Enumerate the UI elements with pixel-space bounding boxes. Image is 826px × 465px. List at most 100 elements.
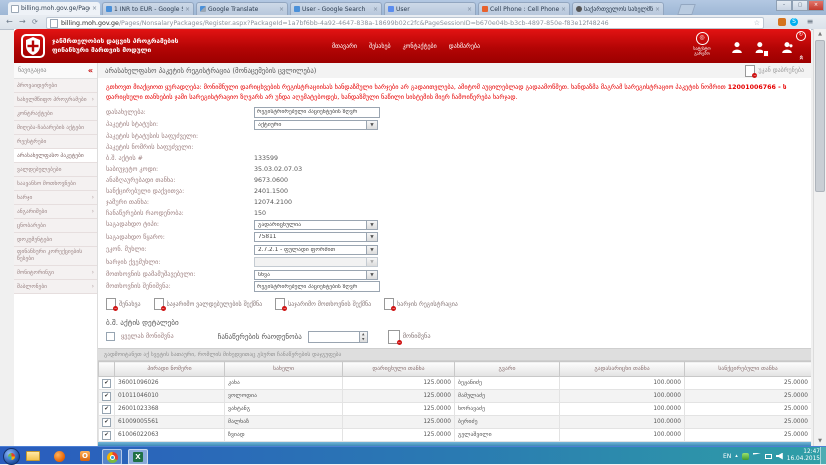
create-penalty-obligation-button[interactable]: საჯარიმო ვალდებულების შექმნა [154,298,263,310]
save-button[interactable]: შენახვა [106,298,141,310]
extension-icon[interactable] [778,18,786,26]
table-row[interactable]: ✔ 01011046010 ვოლოდია 125.0000 მამულაძე … [99,390,812,403]
column-header-transfer[interactable]: გადასარიცხი თანხა [560,362,685,377]
sidebar-item-expense[interactable]: ხარჯი› [14,191,97,205]
show-desktop-button[interactable] [820,447,826,465]
package-status-select[interactable]: აქტიური▼ [254,120,378,130]
tray-expand-icon[interactable]: ▴ [735,453,738,459]
records-count-stepper[interactable]: ▲▼ [308,331,368,343]
language-indicator[interactable]: EN [723,453,731,460]
sidebar-item-dictionaries[interactable]: ცნობარები [14,219,97,233]
close-icon[interactable]: × [279,6,284,13]
bookmark-star-icon[interactable]: ☆ [754,19,760,27]
nav-about[interactable]: შესახებ [369,43,391,50]
sidebar-item-reports[interactable]: ანგარიშები› [14,205,97,219]
close-icon[interactable]: × [185,6,190,13]
econ-article-select[interactable]: 2.7.2.1 - ფულადი ფორმით▼ [254,245,378,255]
firefox-taskbar-button[interactable] [50,449,68,463]
row-checkbox[interactable]: ✔ [102,418,111,427]
nav-home[interactable]: მთავარი [332,43,357,50]
row-checkbox[interactable]: ✔ [102,405,111,414]
scroll-down-icon[interactable]: ▼ [814,438,826,444]
name-input[interactable] [254,107,380,118]
scrollbar-thumb[interactable] [815,40,825,192]
sidebar-item-nonsalary-packages[interactable]: არასახელფასო პაკეტები [14,149,97,163]
sidebar-item-providers[interactable]: პროვაიდერები [14,79,97,93]
skype-icon[interactable]: S [790,18,798,26]
session-refresh-icon[interactable]: ↻ [796,31,806,41]
table-row[interactable]: ✔ 26001023368 ვახტანგ 125.0000 ხორავაძე … [99,403,812,416]
sidebar-item-monitoring[interactable]: მონიტორინგი› [14,266,97,280]
users-group-icon[interactable] [781,38,793,57]
table-row[interactable]: ✔ 61006022063 ზვიად 125.0000 გელაშვილი 1… [99,429,812,442]
volume-icon[interactable] [776,453,783,460]
sidebar-item-documents[interactable]: დოკუმენტები [14,233,97,247]
scroll-up-icon[interactable]: ▲ [814,31,826,37]
outlook-taskbar-button[interactable]: O [76,449,94,463]
stepper-buttons[interactable]: ▲▼ [359,332,367,342]
back-link[interactable]: უკან დაბრუნება [745,65,804,77]
payment-source-select[interactable]: 75811▼ [254,232,378,242]
mark-button[interactable]: მონიშვნა [388,330,431,344]
action-center-icon[interactable] [742,453,749,460]
nav-help[interactable]: დახმარება [449,43,480,50]
vertical-scrollbar[interactable]: ▲ ▼ [813,29,826,446]
close-icon[interactable]: × [373,6,378,13]
sidebar-item-obligations[interactable]: ვალდებულებები [14,163,97,177]
chevron-up-icon[interactable]: « [797,55,806,60]
excel-taskbar-button[interactable]: X [128,449,148,465]
menu-icon[interactable]: ≡ [806,18,814,26]
explorer-taskbar-button[interactable] [24,449,42,463]
column-header-personal-id[interactable]: პირადი ნომერი [115,362,225,377]
sidebar-item-state-programs[interactable]: სახელმწიფო პროგრამები› [14,93,97,107]
network-icon[interactable] [765,454,772,459]
sidebar-item-financial-correction-rules[interactable]: ფინანსური კორექციების წესები [14,247,97,266]
tab-user[interactable]: User × [384,2,476,15]
column-header-accrued[interactable]: დარიცხული თანხა [343,362,455,377]
table-row[interactable]: ✔ 36001096026 კახა 125.0000 ბეჟანიძე 100… [99,377,812,390]
flag-icon[interactable] [753,453,761,460]
records-count-input[interactable] [309,332,359,342]
row-checkbox[interactable]: ✔ [102,392,111,401]
url-input[interactable]: billing.moh.gov.ge/Pages/NonsalaryPackag… [46,17,764,29]
close-icon[interactable]: × [467,6,472,13]
column-header-name[interactable]: სახელი [225,362,343,377]
back-icon[interactable]: ← [6,16,13,28]
start-button[interactable] [3,448,20,465]
create-penalty-request-button[interactable]: საჯარიმო მოთხოვნის შექმნა [275,298,371,310]
clock[interactable]: 12:47 16.04.2015 [787,449,820,463]
user-profile-icon[interactable] [755,38,767,57]
tab-inr-eur[interactable]: 1 INR to EUR - Google Se... × [102,2,194,15]
user-icon[interactable] [731,38,743,57]
sidebar-item-advance-requests[interactable]: საავანსო მოთხოვნები [14,177,97,191]
collapse-sidebar-icon[interactable]: « [88,67,93,75]
nav-contacts[interactable]: კონტაქტები [403,43,437,50]
spin-down-icon[interactable]: ▼ [360,337,367,342]
refresh-icon[interactable]: ⟳ [32,16,38,28]
row-checkbox[interactable]: ✔ [102,379,111,388]
sidebar-item-templates[interactable]: შაბლონები› [14,280,97,294]
forward-icon[interactable]: → [19,16,26,28]
close-icon[interactable]: × [655,6,660,13]
sidebar-item-acceptance-acts[interactable]: მიღება-ჩაბარების აქტები [14,121,97,135]
close-icon[interactable]: × [92,5,97,12]
request-processor-select[interactable]: სხვა▼ [254,270,378,280]
sidebar-item-registers[interactable]: რეესტრები [14,135,97,149]
row-checkbox[interactable]: ✔ [102,431,111,440]
select-all-checkbox[interactable] [106,332,115,341]
table-row[interactable]: ✔ 61009005561 მალხაზ 125.0000 ბერიძე 100… [99,416,812,429]
close-window-button[interactable]: × [808,0,824,11]
tab-billing[interactable]: billing.moh.gov.ge/Page... × [8,2,100,15]
sidebar-item-contracts[interactable]: კონტრაქტები [14,107,97,121]
column-header-sanctioned[interactable]: სანქცირებული თანხა [685,362,812,377]
payment-type-select[interactable]: გადარიცხულია▼ [254,220,378,230]
register-expense-button[interactable]: ხარჯის რეგისტრაცია [384,298,458,310]
minimize-button[interactable]: – [776,0,792,11]
tab-google-translate[interactable]: Google Translate × [196,2,288,15]
maximize-button[interactable]: ▢ [792,0,808,11]
tab-government-site[interactable]: საქართველოს სახელმწ... × [572,2,664,15]
chrome-taskbar-button[interactable] [102,449,122,465]
tab-cell-phones[interactable]: Cell Phone : Cell Phones : × [478,2,570,15]
request-note-input[interactable] [254,281,380,292]
column-header-surname[interactable]: გვარი [455,362,560,377]
